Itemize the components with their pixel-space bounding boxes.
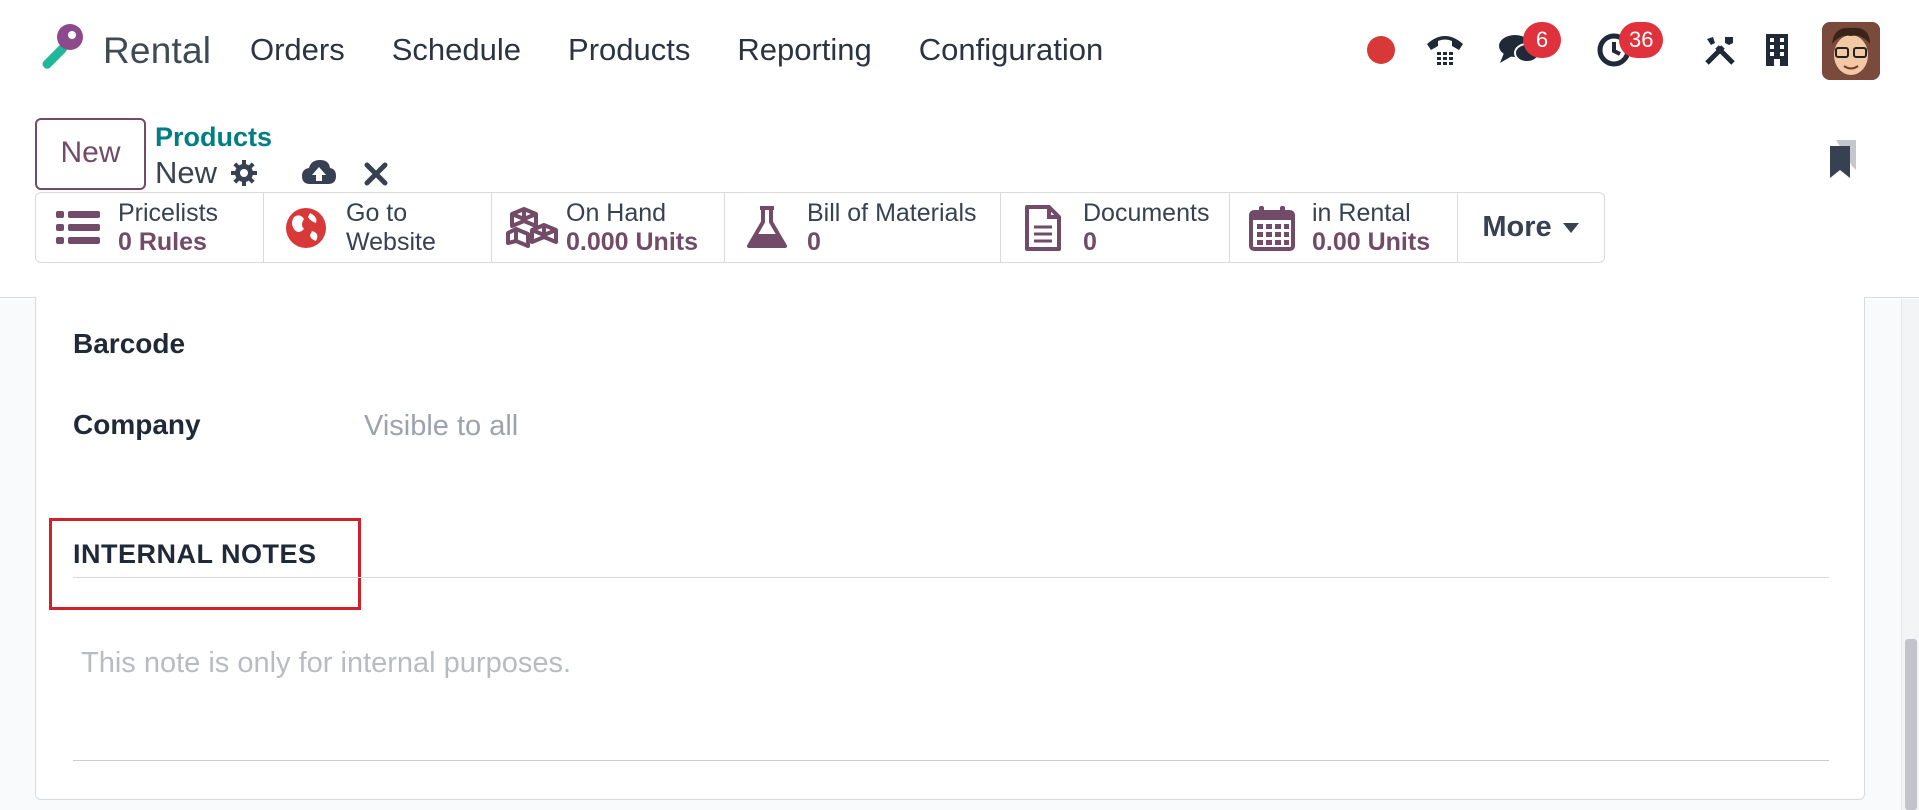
breadcrumb-products[interactable]: Products bbox=[155, 122, 272, 153]
page-scrollbar[interactable] bbox=[1901, 299, 1919, 810]
on-hand-value: 0.000 Units bbox=[566, 228, 699, 256]
user-avatar[interactable] bbox=[1822, 19, 1880, 83]
menu-schedule[interactable]: Schedule bbox=[392, 32, 521, 68]
tools-icon[interactable] bbox=[1700, 18, 1740, 82]
building-icon[interactable] bbox=[1760, 18, 1794, 82]
more-label: More bbox=[1482, 211, 1552, 243]
bill-of-materials-smart-button[interactable]: Bill of Materials 0 bbox=[725, 193, 1001, 262]
top-navbar: Rental Orders Schedule Products Reportin… bbox=[0, 0, 1919, 100]
document-icon bbox=[1019, 205, 1067, 251]
flask-icon bbox=[743, 205, 791, 251]
bom-value: 0 bbox=[807, 228, 821, 256]
scrollbar-thumb[interactable] bbox=[1905, 639, 1917, 810]
list-icon bbox=[54, 205, 102, 251]
company-label: Company bbox=[73, 409, 201, 440]
barcode-label: Barcode bbox=[73, 328, 186, 359]
cloud-upload-icon[interactable] bbox=[301, 158, 337, 191]
bookmark-icon[interactable] bbox=[1828, 138, 1858, 180]
menu-configuration[interactable]: Configuration bbox=[919, 32, 1103, 68]
app-name[interactable]: Rental bbox=[103, 30, 211, 72]
control-panel: New Products New Pricelists 0 Rules Go t… bbox=[0, 100, 1919, 298]
on-hand-smart-button[interactable]: On Hand 0.000 Units bbox=[492, 193, 725, 262]
documents-smart-button[interactable]: Documents 0 bbox=[1001, 193, 1230, 262]
menu-orders[interactable]: Orders bbox=[250, 32, 345, 68]
internal-notes-title: INTERNAL NOTES bbox=[73, 539, 317, 569]
caret-down-icon bbox=[1562, 222, 1579, 233]
activities-badge: 36 bbox=[1619, 22, 1664, 58]
pricelists-value: 0 Rules bbox=[118, 228, 207, 256]
rental-app-logo-icon[interactable] bbox=[34, 22, 86, 74]
menu-products[interactable]: Products bbox=[568, 32, 690, 68]
main-menu: Orders Schedule Products Reporting Confi… bbox=[250, 32, 1150, 68]
internal-notes-field[interactable]: This note is only for internal purposes. bbox=[81, 647, 571, 680]
record-name: New bbox=[155, 155, 218, 190]
website-label-line2: Website bbox=[346, 228, 436, 256]
globe-icon bbox=[282, 205, 330, 251]
recording-indicator-icon[interactable] bbox=[1366, 18, 1396, 82]
notes-field-underline bbox=[73, 760, 1829, 761]
in-rental-value: 0.00 Units bbox=[1312, 228, 1431, 256]
phone-icon[interactable] bbox=[1422, 18, 1468, 82]
documents-label: Documents bbox=[1083, 199, 1210, 227]
company-field[interactable]: Visible to all bbox=[364, 410, 518, 443]
new-button[interactable]: New bbox=[35, 118, 146, 190]
discard-close-icon[interactable] bbox=[364, 162, 388, 191]
messages-badge: 6 bbox=[1523, 22, 1561, 58]
in-rental-smart-button[interactable]: in Rental 0.00 Units bbox=[1230, 193, 1458, 262]
on-hand-label: On Hand bbox=[566, 199, 667, 227]
calendar-icon bbox=[1248, 205, 1296, 251]
go-to-website-smart-button[interactable]: Go to Website bbox=[264, 193, 492, 262]
bom-label: Bill of Materials bbox=[807, 199, 977, 227]
cubes-icon bbox=[506, 205, 564, 251]
menu-reporting[interactable]: Reporting bbox=[737, 32, 871, 68]
pricelists-smart-button[interactable]: Pricelists 0 Rules bbox=[36, 193, 264, 262]
website-label-line1: Go to bbox=[346, 199, 408, 227]
pricelists-label: Pricelists bbox=[118, 199, 219, 227]
in-rental-label: in Rental bbox=[1312, 199, 1411, 227]
form-sheet: Barcode Company Visible to all INTERNAL … bbox=[35, 297, 1865, 800]
gear-icon[interactable] bbox=[230, 159, 258, 192]
section-divider bbox=[73, 577, 1829, 578]
documents-value: 0 bbox=[1083, 228, 1097, 256]
form-content-area: Barcode Company Visible to all INTERNAL … bbox=[0, 297, 1919, 810]
more-dropdown-button[interactable]: More bbox=[1458, 193, 1604, 262]
smart-buttons-bar: Pricelists 0 Rules Go to Website On Hand… bbox=[35, 192, 1605, 263]
